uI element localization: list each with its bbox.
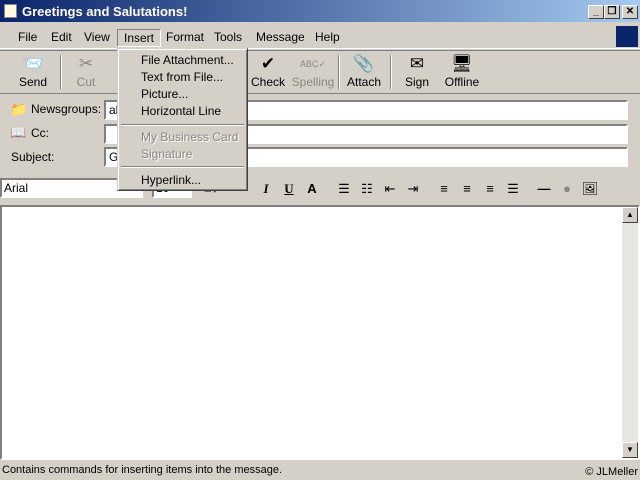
scroll-down-button[interactable]: ▼: [622, 442, 638, 458]
cut-button[interactable]: ✂ Cut: [68, 53, 104, 93]
font-color-icon[interactable]: A: [301, 179, 323, 199]
paperclip-icon: 📎: [353, 54, 375, 73]
scissors-icon: ✂: [78, 54, 94, 73]
attach-button[interactable]: 📎 Attach: [344, 53, 384, 93]
menu-message[interactable]: Message: [250, 29, 311, 47]
status-bar: Contains commands for inserting items in…: [0, 461, 640, 480]
underline-icon[interactable]: U: [278, 179, 300, 199]
check-button[interactable]: ✔ Check: [250, 53, 286, 93]
menu-insert[interactable]: Insert: [117, 29, 162, 47]
toolbar-separator: [390, 55, 392, 89]
sign-icon: ✉: [409, 54, 425, 73]
formatting-toolbar: Arial 10 ≡▾ I U A ☰ ☷ ⇤ ⇥ ≡ ≡ ≡ ☰ — ● 🖼: [0, 176, 640, 202]
menu-help[interactable]: Help: [309, 29, 346, 47]
insert-picture-icon[interactable]: 🖼: [579, 179, 601, 199]
align-left-icon[interactable]: ≡: [433, 179, 455, 199]
cc-label[interactable]: Cc:: [31, 126, 49, 140]
menu-item-horizontal-line[interactable]: Horizontal Line: [121, 103, 244, 120]
menu-separator: [121, 124, 244, 126]
send-icon: 📨: [22, 54, 44, 73]
menu-item-file-attachment[interactable]: File Attachment...: [121, 52, 244, 69]
offline-button[interactable]: 🖥 Offline: [442, 53, 482, 93]
spelling-icon: ABC✓: [299, 59, 327, 69]
close-button[interactable]: ✕: [622, 5, 638, 19]
menu-bar: File Edit View Insert Format Tools Messa…: [0, 25, 640, 49]
menu-format[interactable]: Format: [160, 29, 210, 47]
window-title: Greetings and Salutations!: [22, 4, 188, 19]
restore-button[interactable]: ❐: [604, 5, 620, 19]
newsgroups-icon: 📁: [10, 101, 28, 117]
credit-text: © JLMeller: [585, 466, 638, 478]
menu-edit[interactable]: Edit: [45, 29, 78, 47]
newsgroups-label[interactable]: Newsgroups:: [31, 102, 101, 116]
italic-icon[interactable]: I: [255, 179, 277, 199]
align-center-icon[interactable]: ≡: [456, 179, 478, 199]
spelling-button[interactable]: ABC✓ Spelling: [290, 53, 336, 93]
decrease-indent-icon[interactable]: ⇤: [379, 179, 401, 199]
increase-indent-icon[interactable]: ⇥: [402, 179, 424, 199]
subject-label: Subject:: [11, 150, 55, 164]
justify-icon[interactable]: ☰: [502, 179, 524, 199]
menu-item-signature: Signature: [141, 147, 193, 161]
numbered-list-icon[interactable]: ☰: [333, 179, 355, 199]
hyperlink-icon[interactable]: ●: [556, 179, 578, 199]
title-bar: Greetings and Salutations! _ ❐ ✕: [0, 0, 640, 22]
minimize-button[interactable]: _: [588, 5, 604, 19]
menu-tools[interactable]: Tools: [208, 29, 248, 47]
compose-icon: [4, 4, 17, 18]
windows-logo-icon: [616, 26, 638, 47]
vertical-scrollbar[interactable]: ▲ ▼: [622, 207, 638, 458]
menu-file[interactable]: File: [12, 29, 43, 47]
toolbar-separator: [60, 55, 62, 89]
align-right-icon[interactable]: ≡: [479, 179, 501, 199]
toolbar: 📨 Send ✂ Cut ✔ Check ABC✓ Spelling 📎 Attach ✉…: [0, 50, 640, 94]
message-body[interactable]: [0, 205, 640, 460]
menu-item-hyperlink[interactable]: Hyperlink...: [121, 172, 244, 189]
scroll-up-button[interactable]: ▲: [622, 207, 638, 223]
toolbar-separator: [338, 55, 340, 89]
menu-item-text-from-file[interactable]: Text from File...: [121, 69, 244, 86]
address-book-icon: 📖: [10, 125, 27, 140]
offline-icon: 🖥: [451, 54, 473, 73]
sign-button[interactable]: ✉ Sign: [400, 53, 434, 93]
menu-item-picture[interactable]: Picture...: [121, 86, 244, 103]
insert-menu-dropdown: File Attachment... Text from File... Pic…: [117, 48, 248, 191]
check-names-icon: ✔: [260, 54, 276, 73]
menu-view[interactable]: View: [78, 29, 116, 47]
status-text: Contains commands for inserting items in…: [2, 464, 283, 476]
menu-separator: [121, 166, 244, 168]
horizontal-line-icon[interactable]: —: [533, 179, 555, 199]
bullet-list-icon[interactable]: ☷: [356, 179, 378, 199]
menu-item-my-business-card: My Business Card: [141, 130, 239, 144]
send-button[interactable]: 📨 Send: [14, 53, 52, 93]
